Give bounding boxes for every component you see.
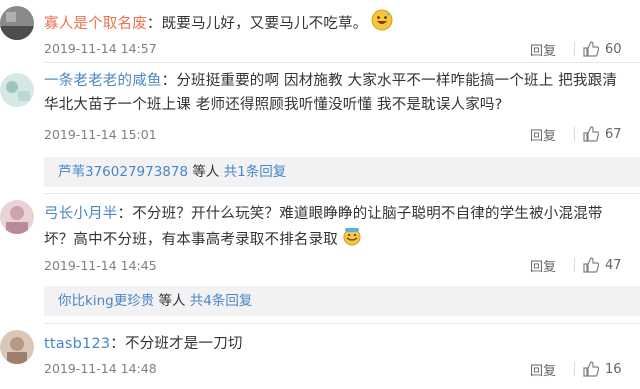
avatar[interactable] [0,6,34,40]
comment-text: 寡人是个取名废：既要马儿好，又要马儿不吃草。 [44,9,630,39]
timestamp: 2019-11-14 14:45 [44,258,157,273]
comment-actions: 回复 47 [530,254,640,276]
comment-actions: 回复 16 [530,358,640,380]
avatar[interactable] [0,330,34,364]
thumbs-up-icon [583,257,599,273]
thumbs-up-icon [583,126,599,142]
smiling-face-emoji-icon [342,226,362,254]
grinning-sweat-face-icon [371,9,393,39]
username-link[interactable]: 一条老老老的咸鱼 [44,73,162,89]
comment-3: 弓长小月半：不分班？开什么玩笑？难道眼睁睁的让脑子聪明不自律的学生被小混混带坏？… [0,194,640,324]
thumbs-up-icon [583,361,599,377]
comment-actions: 回复 67 [530,123,640,145]
like-count: 60 [605,41,622,57]
subreply-user-link[interactable]: 你比king更珍贵 [58,293,154,309]
like-button[interactable]: 16 [583,361,622,377]
timestamp: 2019-11-14 14:57 [44,41,157,56]
reply-button[interactable]: 回复 [530,125,574,144]
timestamp: 2019-11-14 15:01 [44,127,157,142]
comment-4: ttasb123：不分班才是一刀切 2019-11-14 14:48 回复 16 [0,324,640,389]
comment-text: 一条老老老的咸鱼：分班挺重要的啊 因材施教 大家水平不一样咋能搞一个班上 把我跟… [44,73,618,113]
username-link[interactable]: ttasb123 [44,336,110,352]
like-count: 16 [605,361,622,377]
like-button[interactable]: 67 [583,126,622,142]
like-button[interactable]: 60 [583,41,622,57]
subreply-others: 等人 [158,293,186,309]
comment-body: 不分班才是一刀切 [125,336,243,352]
action-separator [574,42,575,56]
reply-button[interactable]: 回复 [530,360,574,379]
username-link[interactable]: 寡人是个取名废 [44,16,147,32]
avatar[interactable] [0,200,34,234]
like-count: 67 [605,126,622,142]
timestamp: 2019-11-14 14:48 [44,361,157,376]
reply-button[interactable]: 回复 [530,256,574,275]
like-count: 47 [605,257,622,273]
comment-2: 一条老老老的咸鱼：分班挺重要的啊 因材施教 大家水平不一样咋能搞一个班上 把我跟… [0,63,640,193]
comment-text: ttasb123：不分班才是一刀切 [44,336,243,352]
comment-1: 寡人是个取名废：既要马儿好，又要马儿不吃草。 2019-11-14 14:57 … [0,0,640,60]
comment-actions: 回复 60 [530,38,640,60]
reply-button[interactable]: 回复 [530,40,574,59]
action-separator [574,258,575,272]
subreply-bar: 芦苇376027973878 等人 共1条回复 [44,157,640,187]
subreply-user-link[interactable]: 芦苇376027973878 [58,164,188,180]
view-replies-link[interactable]: 共1条回复 [224,164,287,180]
subreply-bar: 你比king更珍贵 等人 共4条回复 [44,286,640,316]
comment-body: 既要马儿好，又要马儿不吃草。 [161,16,368,32]
avatar[interactable] [0,73,34,107]
thumbs-up-icon [583,41,599,57]
subreply-others: 等人 [192,164,220,180]
view-replies-link[interactable]: 共4条回复 [190,293,253,309]
like-button[interactable]: 47 [583,257,622,273]
comment-text: 弓长小月半：不分班？开什么玩笑？难道眼睁睁的让脑子聪明不自律的学生被小混混带坏？… [44,202,630,254]
action-separator [574,362,575,376]
action-separator [574,127,575,141]
username-link[interactable]: 弓长小月半 [44,206,118,222]
